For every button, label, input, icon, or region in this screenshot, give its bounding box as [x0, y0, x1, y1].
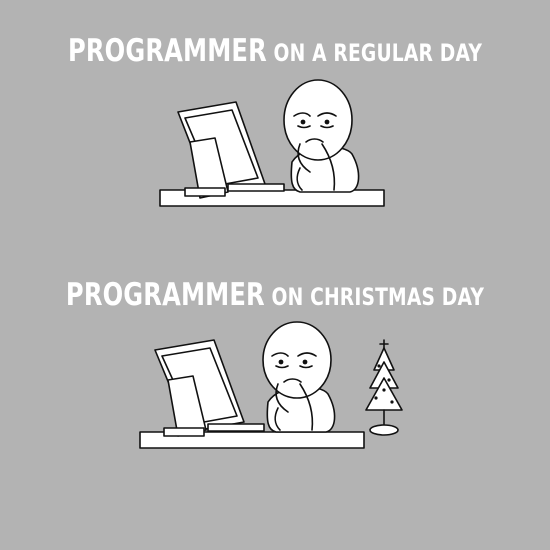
programmer-figure — [262, 321, 336, 433]
christmas-tree-icon — [365, 339, 403, 436]
programmer-christmas-illustration — [139, 321, 403, 449]
caption-regular-day-rest: ON A REGULAR DAY — [266, 39, 483, 67]
caption-christmas-day-rest: ON CHRISTMAS DAY — [264, 283, 485, 311]
caption-regular-day-subject: PROGRAMMER — [67, 33, 267, 69]
keyboard — [207, 423, 265, 432]
programmer-at-computer-illustration — [159, 79, 385, 207]
caption-regular-day: PROGRAMMER ON A REGULAR DAY — [61, 36, 490, 67]
computer-monitor — [154, 339, 245, 437]
caption-christmas-day: PROGRAMMER ON CHRISTMAS DAY — [61, 280, 490, 311]
caption-christmas-day-subject: PROGRAMMER — [65, 277, 265, 313]
meme-canvas: PROGRAMMER ON A REGULAR DAY PROGRAMMER O… — [0, 0, 550, 550]
keyboard — [227, 183, 285, 192]
programmer-figure — [283, 79, 360, 193]
